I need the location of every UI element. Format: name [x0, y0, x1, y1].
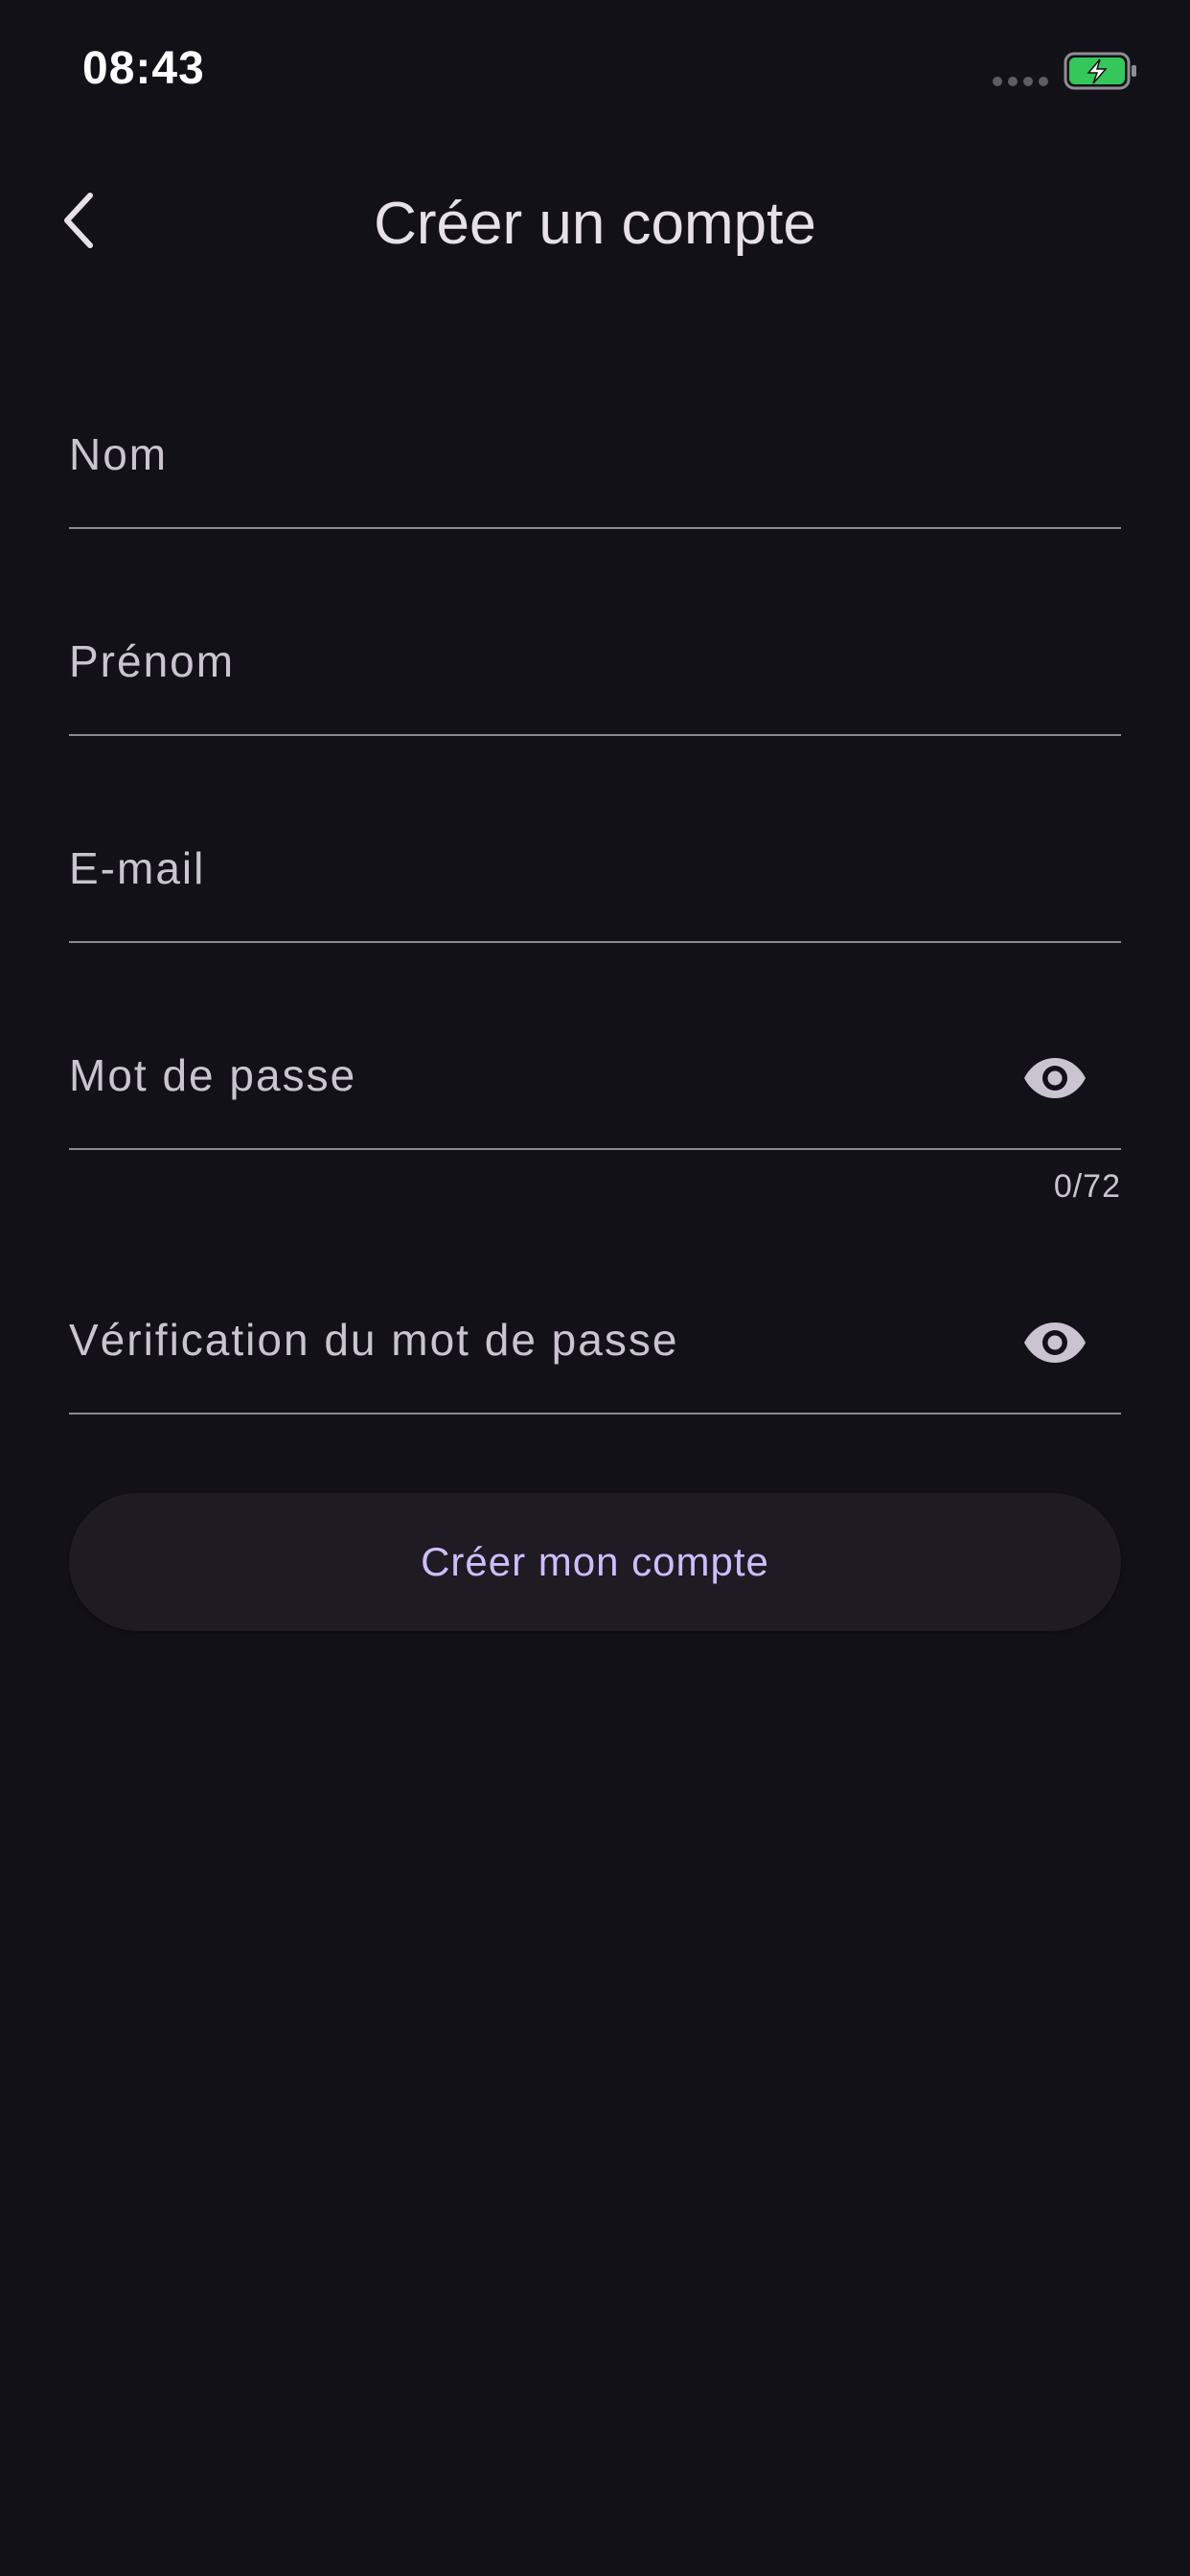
- password-input[interactable]: [69, 1004, 1121, 1146]
- password-field-container: [69, 1004, 1121, 1150]
- signal-icon: [993, 77, 1048, 86]
- status-bar: 08:43: [0, 0, 1190, 144]
- password-visibility-toggle[interactable]: [1023, 1046, 1087, 1110]
- page-title: Créer un compte: [374, 191, 816, 257]
- password-confirm-visibility-toggle[interactable]: [1023, 1311, 1087, 1374]
- password-confirm-input[interactable]: [69, 1269, 1121, 1411]
- first-name-field-container: [69, 590, 1121, 736]
- signup-form: 0/72 Créer mon compte: [69, 383, 1121, 1631]
- battery-charging-icon: [1064, 52, 1136, 90]
- eye-icon: [1024, 1058, 1086, 1098]
- last-name-field-container: [69, 383, 1121, 529]
- password-char-counter: 0/72: [1053, 1168, 1121, 1205]
- last-name-input[interactable]: [69, 383, 1121, 525]
- eye-icon: [1024, 1322, 1086, 1363]
- app-bar: Créer un compte: [0, 163, 1190, 278]
- create-account-button[interactable]: Créer mon compte: [69, 1493, 1121, 1631]
- first-name-input[interactable]: [69, 590, 1121, 732]
- email-input[interactable]: [69, 797, 1121, 939]
- status-time: 08:43: [82, 43, 205, 94]
- email-field-container: [69, 797, 1121, 943]
- password-confirm-field-container: [69, 1269, 1121, 1414]
